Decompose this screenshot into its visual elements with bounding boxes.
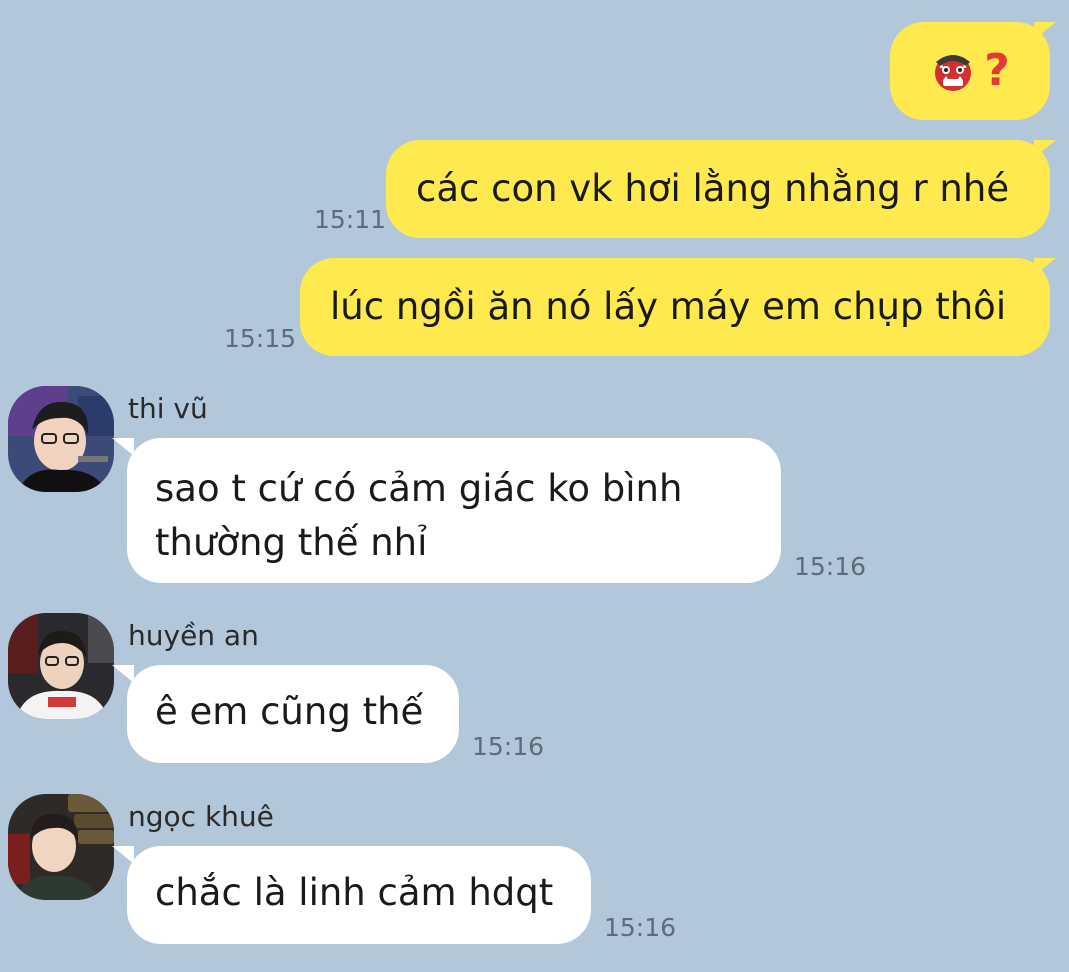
incoming-message[interactable]: chắc là linh cảm hdqt (127, 846, 591, 944)
incoming-message[interactable]: sao t cứ có cảm giác ko bình thường thế … (127, 438, 781, 583)
outgoing-message[interactable]: lúc ngồi ăn nó lấy máy em chụp thôi (300, 258, 1050, 356)
message-timestamp: 15:15 (224, 324, 297, 353)
avatar-photo (8, 613, 114, 719)
avatar-huyen-an[interactable] (8, 613, 114, 719)
message-timestamp: 15:11 (314, 205, 387, 234)
message-timestamp: 15:16 (604, 913, 677, 942)
bubble-tail (1034, 22, 1056, 40)
bubble-tail (112, 665, 134, 683)
bubble-tail (1034, 258, 1056, 276)
message-text-line: thường thế nhỉ (155, 521, 428, 564)
bubble-tail (112, 846, 134, 864)
avatar-photo (8, 794, 114, 900)
chat-window: ? các con vk hơi lằng nhằng r nhé 15:11 … (0, 0, 1069, 972)
sender-name: huyền an (128, 619, 259, 652)
outgoing-message-emoji[interactable]: ? (890, 22, 1050, 120)
message-text: lúc ngồi ăn nó lấy máy em chụp thôi (330, 285, 1007, 328)
message-timestamp: 15:16 (472, 732, 545, 761)
ogre-emoji-icon (935, 55, 972, 91)
message-text: chắc là linh cảm hdqt (155, 871, 554, 914)
bubble-tail (1034, 140, 1056, 158)
message-text: các con vk hơi lằng nhằng r nhé (416, 167, 1010, 210)
question-mark-text: ? (984, 45, 1010, 96)
avatar-ngoc-khue[interactable] (8, 794, 114, 900)
message-text: ê em cũng thế (155, 690, 424, 733)
bubble-tail (112, 438, 134, 456)
incoming-message[interactable]: ê em cũng thế (127, 665, 459, 763)
sender-name: ngọc khuê (128, 800, 274, 833)
message-text-line: sao t cứ có cảm giác ko bình (155, 467, 683, 510)
outgoing-message[interactable]: các con vk hơi lằng nhằng r nhé (386, 140, 1050, 238)
avatar-thi-vu[interactable] (8, 386, 114, 492)
sender-name: thi vũ (128, 392, 208, 425)
message-timestamp: 15:16 (794, 552, 867, 581)
avatar-photo (8, 386, 114, 492)
